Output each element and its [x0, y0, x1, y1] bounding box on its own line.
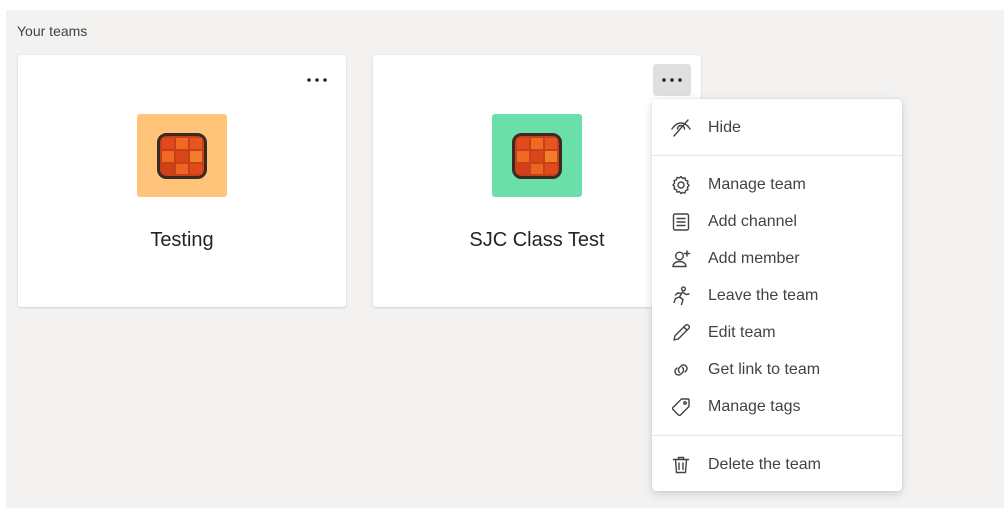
team-avatar [137, 114, 227, 197]
more-options-button[interactable] [298, 64, 336, 96]
menu-item-get-link-to-team[interactable]: Get link to team [652, 353, 902, 387]
add-member-icon [670, 248, 692, 270]
menu-item-label: Manage team [708, 176, 806, 193]
team-name: Testing [150, 229, 214, 251]
team-logo-icon [512, 132, 562, 179]
menu-item-leave-the-team[interactable]: Leave the team [652, 279, 902, 313]
link-icon [670, 359, 692, 381]
menu-divider [652, 435, 902, 436]
menu-item-label: Edit team [708, 324, 776, 341]
section-title: Your teams [17, 23, 88, 39]
more-horizontal-icon [307, 78, 327, 82]
menu-item-add-member[interactable]: Add member [652, 242, 902, 276]
menu-item-manage-tags[interactable]: Manage tags [652, 390, 902, 424]
gear-icon [670, 174, 692, 196]
more-horizontal-icon [662, 78, 682, 82]
team-context-menu: Hide Manage team Add channel Add member … [652, 99, 902, 491]
team-avatar [492, 114, 582, 197]
menu-item-manage-team[interactable]: Manage team [652, 168, 902, 202]
pencil-icon [670, 322, 692, 344]
menu-item-label: Hide [708, 119, 741, 136]
trash-icon [670, 454, 692, 476]
hide-icon [670, 117, 692, 139]
menu-item-label: Leave the team [708, 287, 819, 304]
menu-item-label: Delete the team [708, 456, 821, 473]
tag-icon [670, 396, 692, 418]
menu-divider [652, 155, 902, 156]
team-logo-icon [157, 132, 207, 179]
team-card-testing[interactable]: Testing [18, 55, 346, 307]
menu-item-add-channel[interactable]: Add channel [652, 205, 902, 239]
menu-item-edit-team[interactable]: Edit team [652, 316, 902, 350]
leave-icon [670, 285, 692, 307]
menu-item-hide[interactable]: Hide [652, 111, 902, 145]
menu-item-label: Add member [708, 250, 800, 267]
menu-item-label: Manage tags [708, 398, 801, 415]
menu-item-delete-the-team[interactable]: Delete the team [652, 448, 902, 482]
more-options-button[interactable] [653, 64, 691, 96]
menu-item-label: Get link to team [708, 361, 821, 378]
channel-icon [670, 211, 692, 233]
menu-item-label: Add channel [708, 213, 797, 230]
